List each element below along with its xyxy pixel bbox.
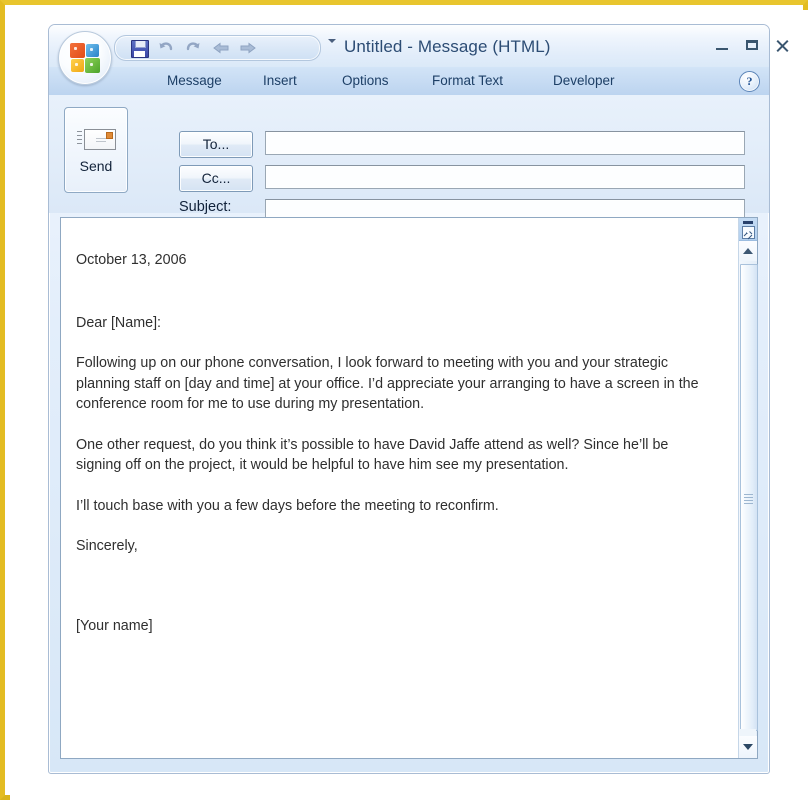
maximize-button[interactable] xyxy=(739,35,765,55)
title-bar: Untitled - Message (HTML) xyxy=(49,25,769,85)
previous-item-icon[interactable] xyxy=(211,38,231,58)
message-body-container: October 13, 2006 Dear [Name]: Following … xyxy=(60,217,758,759)
outlook-compose-window: Untitled - Message (HTML) Message Insert… xyxy=(48,24,770,774)
office-logo-icon xyxy=(70,43,100,73)
vertical-scrollbar[interactable] xyxy=(738,218,758,758)
split-window-button[interactable] xyxy=(739,218,757,241)
to-button[interactable]: To... xyxy=(179,131,253,158)
tab-message[interactable]: Message xyxy=(161,70,228,92)
tab-options[interactable]: Options xyxy=(336,70,395,92)
split-icon xyxy=(742,226,755,240)
envelope-icon xyxy=(77,126,116,150)
body-date: October 13, 2006 xyxy=(76,252,187,268)
scrollbar-thumb[interactable] xyxy=(740,264,758,731)
body-paragraph-2: One other request, do you think it’s pos… xyxy=(76,436,673,474)
body-paragraph-3: I’ll touch base with you a few days befo… xyxy=(76,497,499,514)
body-closing: Sincerely, xyxy=(76,538,138,554)
scroll-up-button[interactable] xyxy=(739,241,757,261)
close-button[interactable] xyxy=(769,35,795,55)
help-icon[interactable]: ? xyxy=(739,71,760,92)
outer-gold-frame: Untitled - Message (HTML) Message Insert… xyxy=(0,0,808,800)
undo-icon[interactable] xyxy=(156,38,176,58)
cc-button[interactable]: Cc... xyxy=(179,165,253,192)
send-button[interactable]: Send xyxy=(64,107,128,193)
chevron-down-icon[interactable] xyxy=(325,38,338,52)
office-button[interactable] xyxy=(58,31,112,85)
save-icon[interactable] xyxy=(129,38,149,58)
body-salutation: Dear [Name]: xyxy=(76,314,162,331)
to-input[interactable] xyxy=(265,131,745,155)
chevron-down-icon xyxy=(743,744,753,750)
send-button-label: Send xyxy=(79,158,113,174)
quick-access-toolbar xyxy=(114,35,321,61)
tab-format-text[interactable]: Format Text xyxy=(426,70,509,92)
scroll-down-button[interactable] xyxy=(739,736,757,758)
message-header-area: Send To... Cc... Subject: xyxy=(49,95,769,223)
body-signature: [Your name] xyxy=(76,617,153,634)
window-title: Untitled - Message (HTML) xyxy=(344,37,551,56)
chevron-up-icon xyxy=(743,248,753,254)
ribbon-tab-bar: Message Insert Options Format Text Devel… xyxy=(49,67,769,96)
redo-icon[interactable] xyxy=(183,38,203,58)
tab-insert[interactable]: Insert xyxy=(257,70,303,92)
cc-input[interactable] xyxy=(265,165,745,189)
tab-developer[interactable]: Developer xyxy=(547,70,621,92)
maximize-icon xyxy=(746,40,758,50)
minimize-icon xyxy=(716,48,728,50)
body-paragraph-1: Following up on our phone conversation, … xyxy=(76,355,703,412)
subject-label: Subject: xyxy=(179,199,232,215)
message-body-editor[interactable]: October 13, 2006 Dear [Name]: Following … xyxy=(61,218,725,758)
minimize-button[interactable] xyxy=(709,35,735,55)
scrollbar-track[interactable] xyxy=(740,729,756,736)
next-item-icon[interactable] xyxy=(238,38,258,58)
close-icon xyxy=(775,39,789,53)
